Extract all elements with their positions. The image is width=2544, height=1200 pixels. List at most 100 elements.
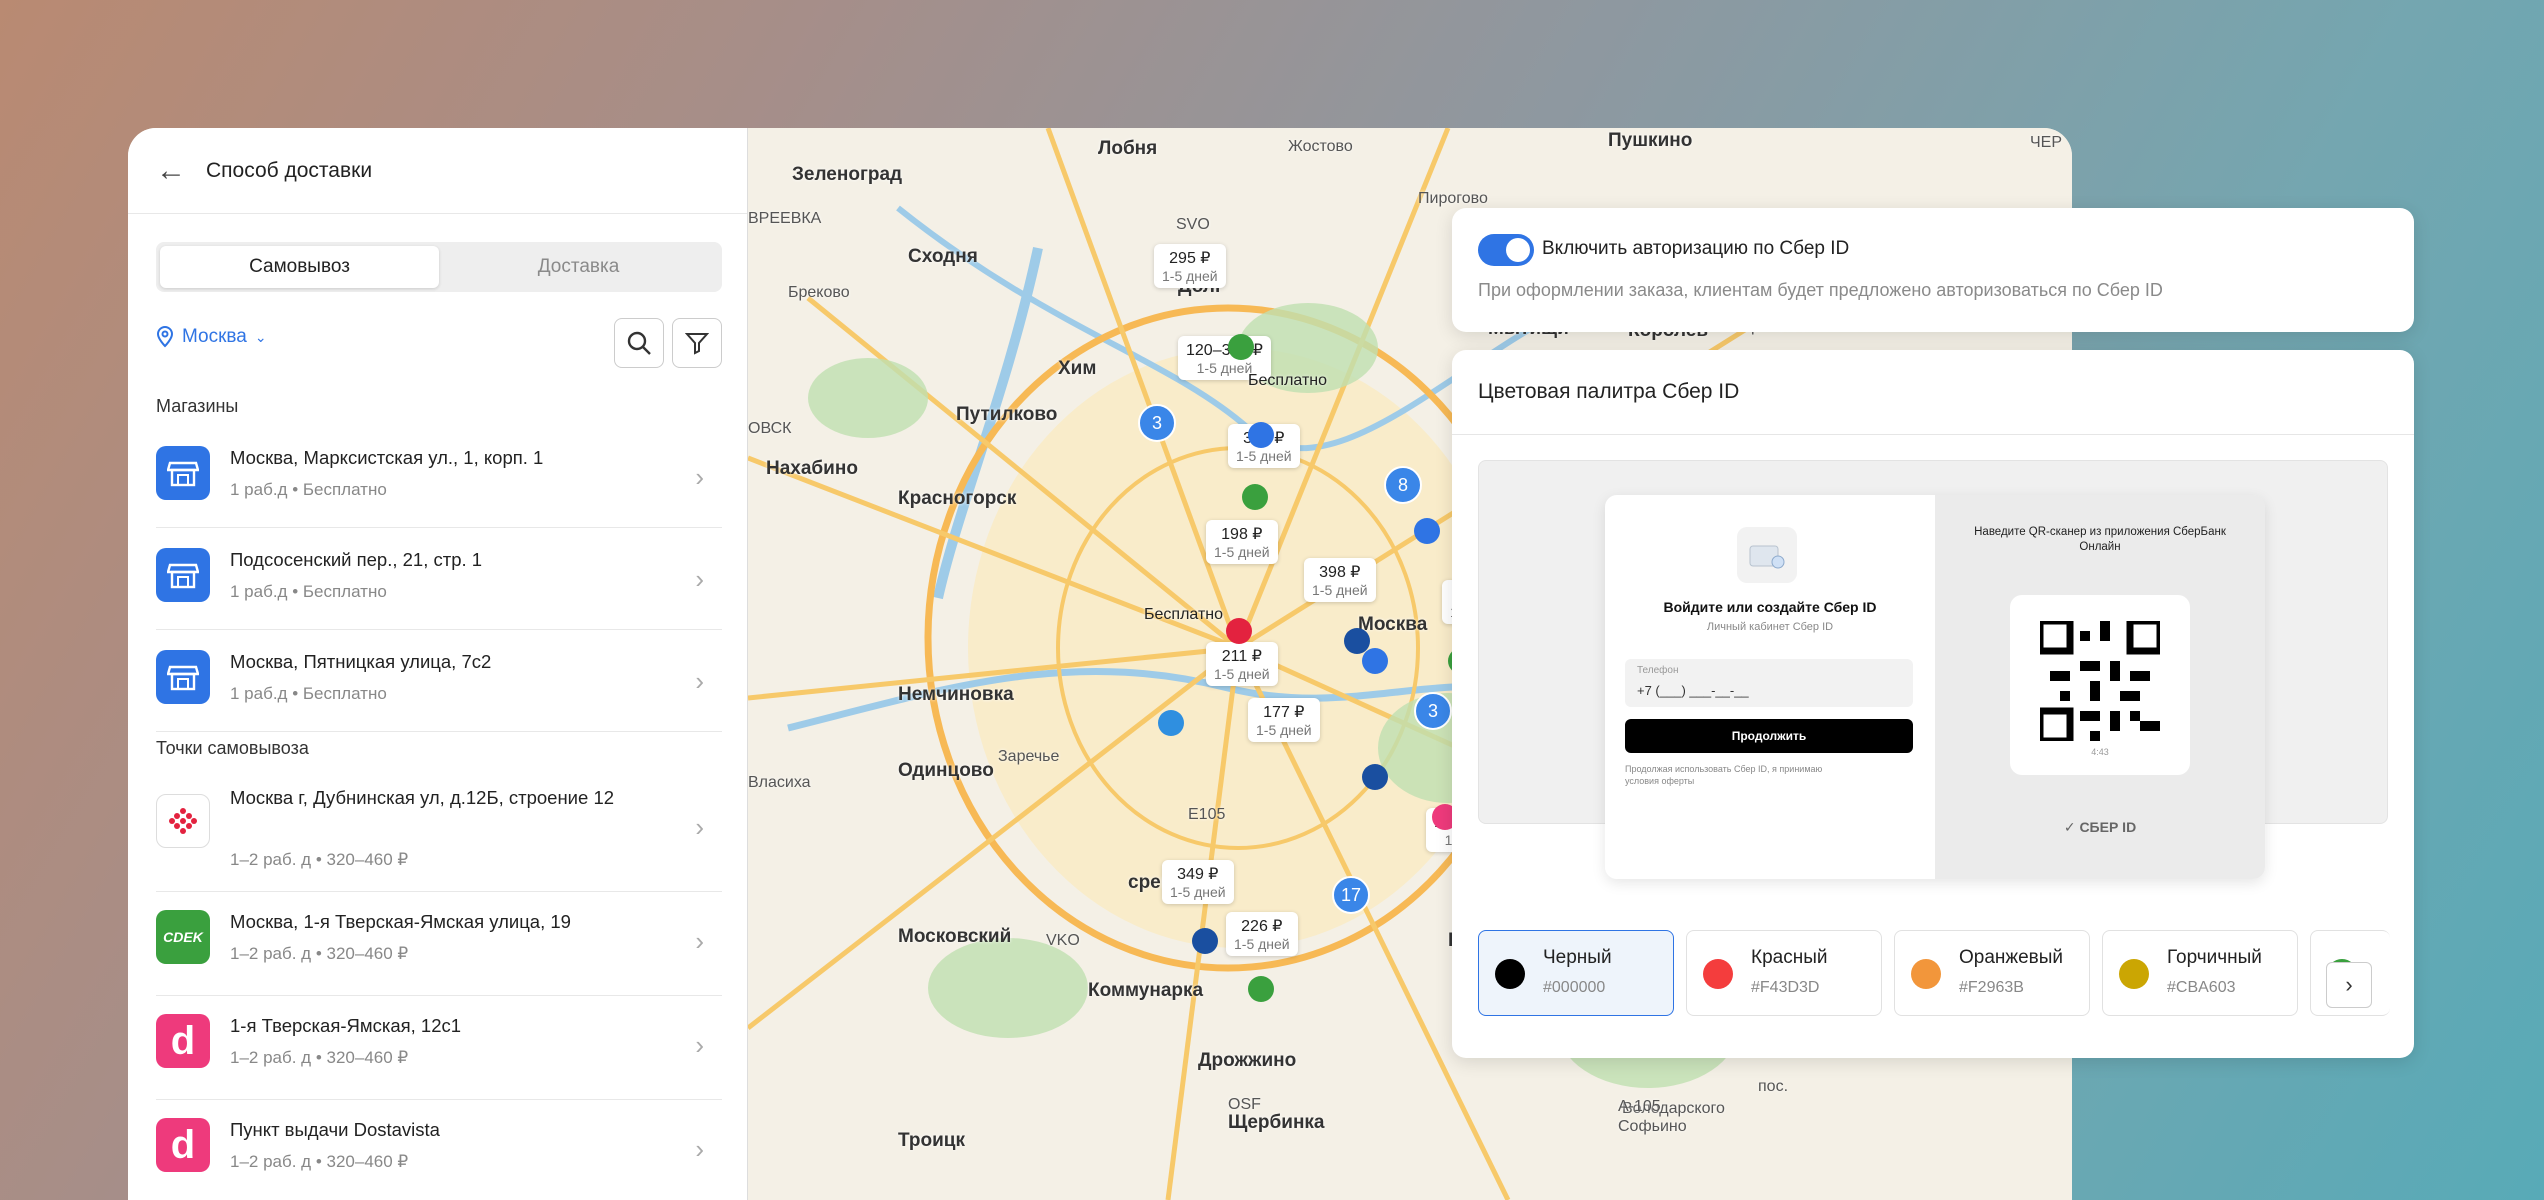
map-town-label: Пирогово bbox=[1418, 190, 1488, 207]
phone-field[interactable]: Телефон +7 (___) ___-__-__ bbox=[1625, 659, 1913, 707]
delivery-days: 1-5 дней bbox=[1234, 936, 1290, 952]
cdek-icon[interactable] bbox=[1242, 484, 1268, 510]
map-town-label: Сходня bbox=[908, 246, 978, 267]
delivery-tabs: Самовывоз Доставка bbox=[156, 242, 722, 292]
tab-delivery[interactable]: Доставка bbox=[439, 246, 718, 288]
pickup-details: 1–2 раб. д • 320–460 ₽ bbox=[230, 850, 409, 869]
list-item[interactable]: Подсосенский пер., 21, стр. 1 1 раб.д • Б… bbox=[156, 530, 722, 630]
free-label: Бесплатно bbox=[1144, 606, 1224, 623]
cluster-marker[interactable]: 3 bbox=[1414, 692, 1452, 730]
pickup-details: 1–2 раб. д • 320–460 ₽ bbox=[230, 1152, 409, 1171]
price-label[interactable]: 349 ₽1-5 дней bbox=[1162, 860, 1234, 904]
filter-button[interactable] bbox=[672, 318, 722, 368]
delivery-days: 1-5 дней bbox=[1214, 544, 1270, 560]
tab-pickup[interactable]: Самовывоз bbox=[160, 246, 439, 288]
delivery-days: 1-5 дней bbox=[1162, 268, 1218, 284]
price-label[interactable]: 226 ₽1-5 дней bbox=[1226, 912, 1298, 956]
continue-button[interactable]: Продолжить bbox=[1625, 719, 1913, 753]
color-dot bbox=[1495, 959, 1525, 989]
map-town-label: Бреково bbox=[788, 284, 850, 301]
map-town-label: Одинцово bbox=[898, 760, 994, 781]
list-item[interactable]: d 1-я Тверская-Ямская, 12с1 1–2 раб. д • 3… bbox=[156, 996, 722, 1100]
pickup-header: Точки самовывоза bbox=[156, 738, 309, 758]
price-value: 398 ₽ bbox=[1319, 564, 1361, 581]
sber-id-toggle[interactable] bbox=[1478, 234, 1534, 266]
pickup-logo-text: CDEK bbox=[163, 929, 203, 945]
color-dot bbox=[1911, 959, 1941, 989]
chevron-right-icon[interactable]: › bbox=[2326, 962, 2372, 1008]
post-icon[interactable] bbox=[1362, 764, 1388, 790]
store-details: 1 раб.д • Бесплатно bbox=[230, 684, 387, 703]
map-town-label: Путилково bbox=[956, 404, 1058, 425]
map-town-label: ВРЕЕВКА bbox=[748, 210, 822, 227]
sber-auth-panel: Включить авторизацию по Сбер ID При офор… bbox=[1452, 208, 2414, 332]
list-item[interactable]: d Пункт выдачи Dostavista 1–2 раб. д • 320… bbox=[156, 1100, 722, 1200]
store-icon[interactable] bbox=[1362, 648, 1388, 674]
pickup-logo: CDEK bbox=[156, 910, 210, 964]
list-item[interactable]: Москва, Марксистская ул., 1, корп. 1 1 ра… bbox=[156, 428, 722, 528]
map-town-label: E105 bbox=[1188, 806, 1226, 823]
color-swatch[interactable]: Оранжевый #F2963B bbox=[1894, 930, 2090, 1016]
map-town-label: Софьино bbox=[1618, 1118, 1687, 1135]
price-value: 177 ₽ bbox=[1263, 704, 1305, 721]
box-icon[interactable] bbox=[1226, 618, 1252, 644]
list-item[interactable]: Москва г, Дубнинская ул, д.12Б, строение… bbox=[156, 768, 722, 892]
city-label: Москва bbox=[182, 326, 247, 347]
phone-label: Телефон bbox=[1637, 665, 1679, 676]
stores-header: Магазины bbox=[156, 396, 239, 416]
cluster-marker[interactable]: 8 bbox=[1384, 466, 1422, 504]
map-town-label: Жостово bbox=[1288, 138, 1353, 155]
color-dot bbox=[2119, 959, 2149, 989]
delivery-sidebar: ← Способ доставки Самовывоз Доставка Мос… bbox=[128, 128, 748, 1200]
cdek-icon[interactable] bbox=[1248, 976, 1274, 1002]
color-swatch[interactable]: Горчичный #CBA603 bbox=[2102, 930, 2298, 1016]
map-town-label: Власиха bbox=[748, 774, 811, 791]
store-icon bbox=[156, 650, 210, 704]
search-button[interactable] bbox=[614, 318, 664, 368]
preview-subheading: Личный кабинет Сбер ID bbox=[1706, 621, 1834, 633]
city-selector[interactable]: Москва ⌄ bbox=[156, 326, 267, 348]
page-title: Способ доставки bbox=[206, 158, 373, 182]
map-town-label: Московский bbox=[898, 926, 1012, 947]
color-swatch[interactable]: Черный #000000 bbox=[1478, 930, 1674, 1016]
store-icon[interactable] bbox=[1414, 518, 1440, 544]
map-town-label: пос. bbox=[1758, 1078, 1789, 1095]
map-town-label: VKO bbox=[1046, 932, 1080, 949]
qr-timer: 4:43 bbox=[2091, 747, 2109, 757]
auth-hint: При оформлении заказа, клиентам будет пр… bbox=[1478, 280, 2163, 300]
delivery-days: 1-5 дней bbox=[1312, 582, 1368, 598]
price-value: 211 ₽ bbox=[1221, 648, 1262, 665]
cdek-icon[interactable] bbox=[1228, 334, 1254, 360]
color-swatch[interactable]: Красный #F43D3D bbox=[1686, 930, 1882, 1016]
list-item[interactable]: Москва, Пятницкая улица, 7с2 1 раб.д • Бе… bbox=[156, 632, 722, 732]
plane-icon[interactable] bbox=[1158, 710, 1184, 736]
sidebar-header: ← Способ доставки bbox=[128, 128, 747, 214]
price-label[interactable]: 295 ₽1-5 дней bbox=[1154, 244, 1226, 288]
pickup-logo-text: d bbox=[170, 1018, 196, 1063]
chevron-down-icon: ⌄ bbox=[254, 328, 267, 345]
store-icon[interactable] bbox=[1248, 422, 1274, 448]
chevron-right-icon: › bbox=[695, 812, 704, 842]
chevron-right-icon: › bbox=[695, 1134, 704, 1164]
price-label[interactable]: 398 ₽1-5 дней bbox=[1304, 558, 1376, 602]
post-icon[interactable] bbox=[1192, 928, 1218, 954]
price-label[interactable]: 211 ₽1-5 дней bbox=[1206, 642, 1278, 686]
color-name: Оранжевый bbox=[1959, 947, 2064, 968]
color-dot bbox=[1703, 959, 1733, 989]
color-name: Черный bbox=[1543, 947, 1612, 968]
sber-logo-icon bbox=[1737, 527, 1797, 583]
store-icon bbox=[156, 446, 210, 500]
cluster-marker[interactable]: 17 bbox=[1332, 876, 1370, 914]
qr-code-icon bbox=[2040, 621, 2160, 741]
price-label[interactable]: 198 ₽1-5 дней bbox=[1206, 520, 1278, 564]
arrow-left-icon[interactable]: ← bbox=[156, 154, 186, 188]
cluster-marker[interactable]: 3 bbox=[1138, 404, 1176, 442]
post-icon[interactable] bbox=[1344, 628, 1370, 654]
color-name: Горчичный bbox=[2167, 947, 2262, 968]
price-label[interactable]: 177 ₽1-5 дней bbox=[1248, 698, 1320, 742]
preview-area: Войдите или создайте Сбер ID Личный каби… bbox=[1478, 460, 2388, 879]
divider bbox=[1452, 434, 2414, 435]
qr-title: Наведите QR-сканер из приложения СберБан… bbox=[1974, 526, 2226, 553]
map-town-label: Пушкино bbox=[1608, 130, 1693, 151]
list-item[interactable]: CDEK Москва, 1-я Тверская-Ямская улица, 1… bbox=[156, 892, 722, 996]
